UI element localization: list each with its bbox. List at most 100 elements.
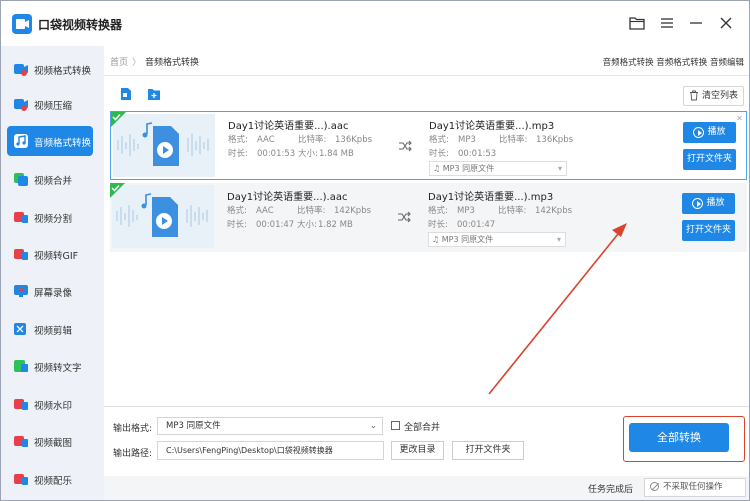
convert-all-button[interactable]: 全部转换 — [629, 423, 729, 452]
convert-arrow-icon — [398, 139, 412, 153]
sidebar-item-label: 视频格式转换 — [34, 66, 92, 77]
sidebar-item-video-to-gif[interactable]: 视频转GIF — [7, 239, 93, 269]
sidebar-item-label: 视频转文字 — [34, 363, 82, 374]
sidebar-item-label: 视频分割 — [34, 214, 73, 225]
chevron-down-icon: ▾ — [557, 164, 562, 173]
title-bar: 口袋视频转换器 — [1, 1, 749, 46]
source-file-name: Day1讨论英语重要...).aac — [227, 192, 348, 203]
output-path-input[interactable]: C:\Users\FengPing\Desktop\口袋视频转换器 — [157, 441, 384, 460]
audio-thumbnail — [113, 114, 215, 177]
checked-icon[interactable] — [111, 112, 126, 127]
sidebar-item-label: 视频压缩 — [34, 101, 73, 112]
chevron-down-icon: ▾ — [556, 235, 561, 244]
split-icon — [14, 210, 28, 224]
screenshot-icon — [14, 434, 28, 448]
sidebar-item-screen-record[interactable]: 屏幕录像 — [7, 276, 93, 306]
video-convert-icon — [14, 62, 28, 76]
cut-icon — [14, 322, 28, 336]
target-format-select[interactable]: ♫ MP3 同原文件 ▾ — [428, 232, 566, 247]
clear-list-button[interactable]: 清空列表 — [682, 86, 744, 108]
sidebar-item-video-merge[interactable]: 视频合并 — [7, 164, 93, 194]
sidebar-item-label: 视频截图 — [34, 438, 73, 449]
sidebar-item-video-music[interactable]: 视频配乐 — [7, 464, 93, 494]
sidebar-item-video-split[interactable]: 视频分割 — [7, 202, 93, 232]
minimize-icon[interactable] — [687, 14, 705, 32]
watermark-icon — [14, 397, 28, 411]
sidebar-item-video-to-text[interactable]: 视频转文字 — [7, 351, 93, 381]
output-format-label: 输出格式: — [113, 424, 153, 434]
open-folder-button[interactable]: 打开文件夹 — [683, 149, 736, 170]
target-format-select[interactable]: ♫ MP3 同原文件 ▾ — [429, 161, 567, 176]
source-format: 格式: AAC 比特率: 142Kpbs — [227, 206, 372, 216]
target-file-name: Day1讨论英语重要...).mp3 — [429, 121, 555, 132]
sidebar-item-label: 屏幕录像 — [34, 288, 73, 299]
app-window: 口袋视频转换器 视频格式转换 视频压缩 音频格式转换 视频合并 视频分割 视频转… — [0, 0, 750, 501]
merge-all-label: 全部合并 — [404, 423, 441, 433]
breadcrumb-separator: 〉 — [132, 58, 142, 68]
open-folder-button[interactable]: 打开文件夹 — [682, 220, 735, 241]
output-format-select[interactable]: MP3 同原文件 ⌄ — [157, 417, 383, 435]
sidebar-item-audio-format-convert[interactable]: 音频格式转换 — [7, 126, 93, 156]
add-file-icon[interactable] — [119, 87, 133, 101]
sidebar-item-video-compress[interactable]: 视频压缩 — [7, 89, 93, 119]
target-format: 格式: MP3 比特率: 142Kpbs — [428, 206, 573, 216]
sidebar: 视频格式转换 视频压缩 音频格式转换 视频合并 视频分割 视频转GIF 屏幕录像 — [1, 46, 104, 500]
music-note-icon: ♫ — [433, 164, 443, 173]
music-note-icon: ♫ — [432, 235, 442, 244]
screen-record-icon — [14, 284, 28, 298]
chevron-down-icon: ⌄ — [369, 421, 377, 431]
app-logo-icon — [12, 14, 32, 34]
merge-icon — [14, 172, 28, 186]
audio-thumbnail — [112, 185, 214, 248]
sidebar-item-label: 视频合并 — [34, 176, 73, 187]
target-duration: 时长: 00:01:47 — [428, 220, 496, 230]
after-done-select[interactable]: 不采取任何操作 — [644, 478, 746, 497]
source-duration: 时长: 00:01:47 大小:1.82 MB — [227, 220, 353, 230]
music-icon — [14, 472, 28, 486]
play-icon — [692, 198, 704, 209]
open-output-folder-button[interactable]: 打开文件夹 — [452, 441, 524, 460]
sidebar-item-label: 视频转GIF — [34, 251, 79, 262]
merge-all-checkbox[interactable] — [391, 421, 400, 430]
folder-icon[interactable] — [628, 14, 646, 32]
source-duration: 时长: 00:01:53 大小:1.84 MB — [228, 149, 354, 159]
sidebar-item-video-screenshot[interactable]: 视频截图 — [7, 426, 93, 456]
change-directory-button[interactable]: 更改目录 — [391, 441, 444, 460]
compress-icon — [14, 97, 28, 111]
top-right-links[interactable]: 音频格式转换 音频格式转换 音频编辑 — [603, 56, 744, 68]
sidebar-item-label: 视频剪辑 — [34, 326, 73, 337]
no-action-icon — [650, 482, 659, 491]
video-to-text-icon — [14, 359, 28, 373]
close-icon[interactable] — [717, 14, 735, 32]
breadcrumb: 首页〉音频格式转换 — [110, 55, 199, 68]
sidebar-item-video-watermark[interactable]: 视频水印 — [7, 389, 93, 419]
output-settings-bar: 输出格式: MP3 同原文件 ⌄ 全部合并 输出路径: C:\Users\Feng… — [104, 406, 749, 476]
add-folder-icon[interactable] — [147, 87, 161, 101]
remove-row-icon[interactable]: ✕ — [736, 114, 743, 123]
checked-icon[interactable] — [110, 183, 125, 198]
target-duration: 时长: 00:01:53 — [429, 149, 497, 159]
sidebar-item-label: 视频配乐 — [34, 476, 73, 487]
file-row[interactable]: Day1讨论英语重要...).aac 格式: AAC 比特率: 136Kpbs 时长:… — [110, 111, 747, 180]
breadcrumb-home[interactable]: 首页 — [110, 58, 128, 68]
sidebar-item-video-edit[interactable]: 视频剪辑 — [7, 314, 93, 344]
after-done-label: 任务完成后 — [588, 485, 634, 495]
audio-convert-icon — [14, 134, 28, 148]
convert-arrow-icon — [397, 210, 411, 224]
gif-icon — [14, 247, 28, 261]
breadcrumb-current: 音频格式转换 — [145, 58, 200, 68]
clear-list-label: 清空列表 — [701, 91, 738, 101]
play-button[interactable]: 播放 — [682, 193, 735, 214]
play-button[interactable]: 播放 — [683, 122, 736, 143]
trash-icon — [689, 90, 699, 108]
sidebar-item-label: 视频水印 — [34, 401, 73, 412]
source-format: 格式: AAC 比特率: 136Kpbs — [228, 135, 373, 145]
output-path-label: 输出路径: — [113, 449, 153, 459]
sidebar-item-video-format-convert[interactable]: 视频格式转换 — [7, 54, 93, 84]
play-icon — [693, 127, 705, 138]
menu-icon[interactable] — [658, 14, 676, 32]
sidebar-item-label: 音频格式转换 — [34, 138, 92, 149]
divider — [104, 75, 749, 76]
file-row[interactable]: Day1讨论英语重要...).aac 格式: AAC 比特率: 142Kpbs 时长:… — [110, 183, 747, 252]
footer-bar: 任务完成后 不采取任何操作 — [104, 476, 749, 500]
